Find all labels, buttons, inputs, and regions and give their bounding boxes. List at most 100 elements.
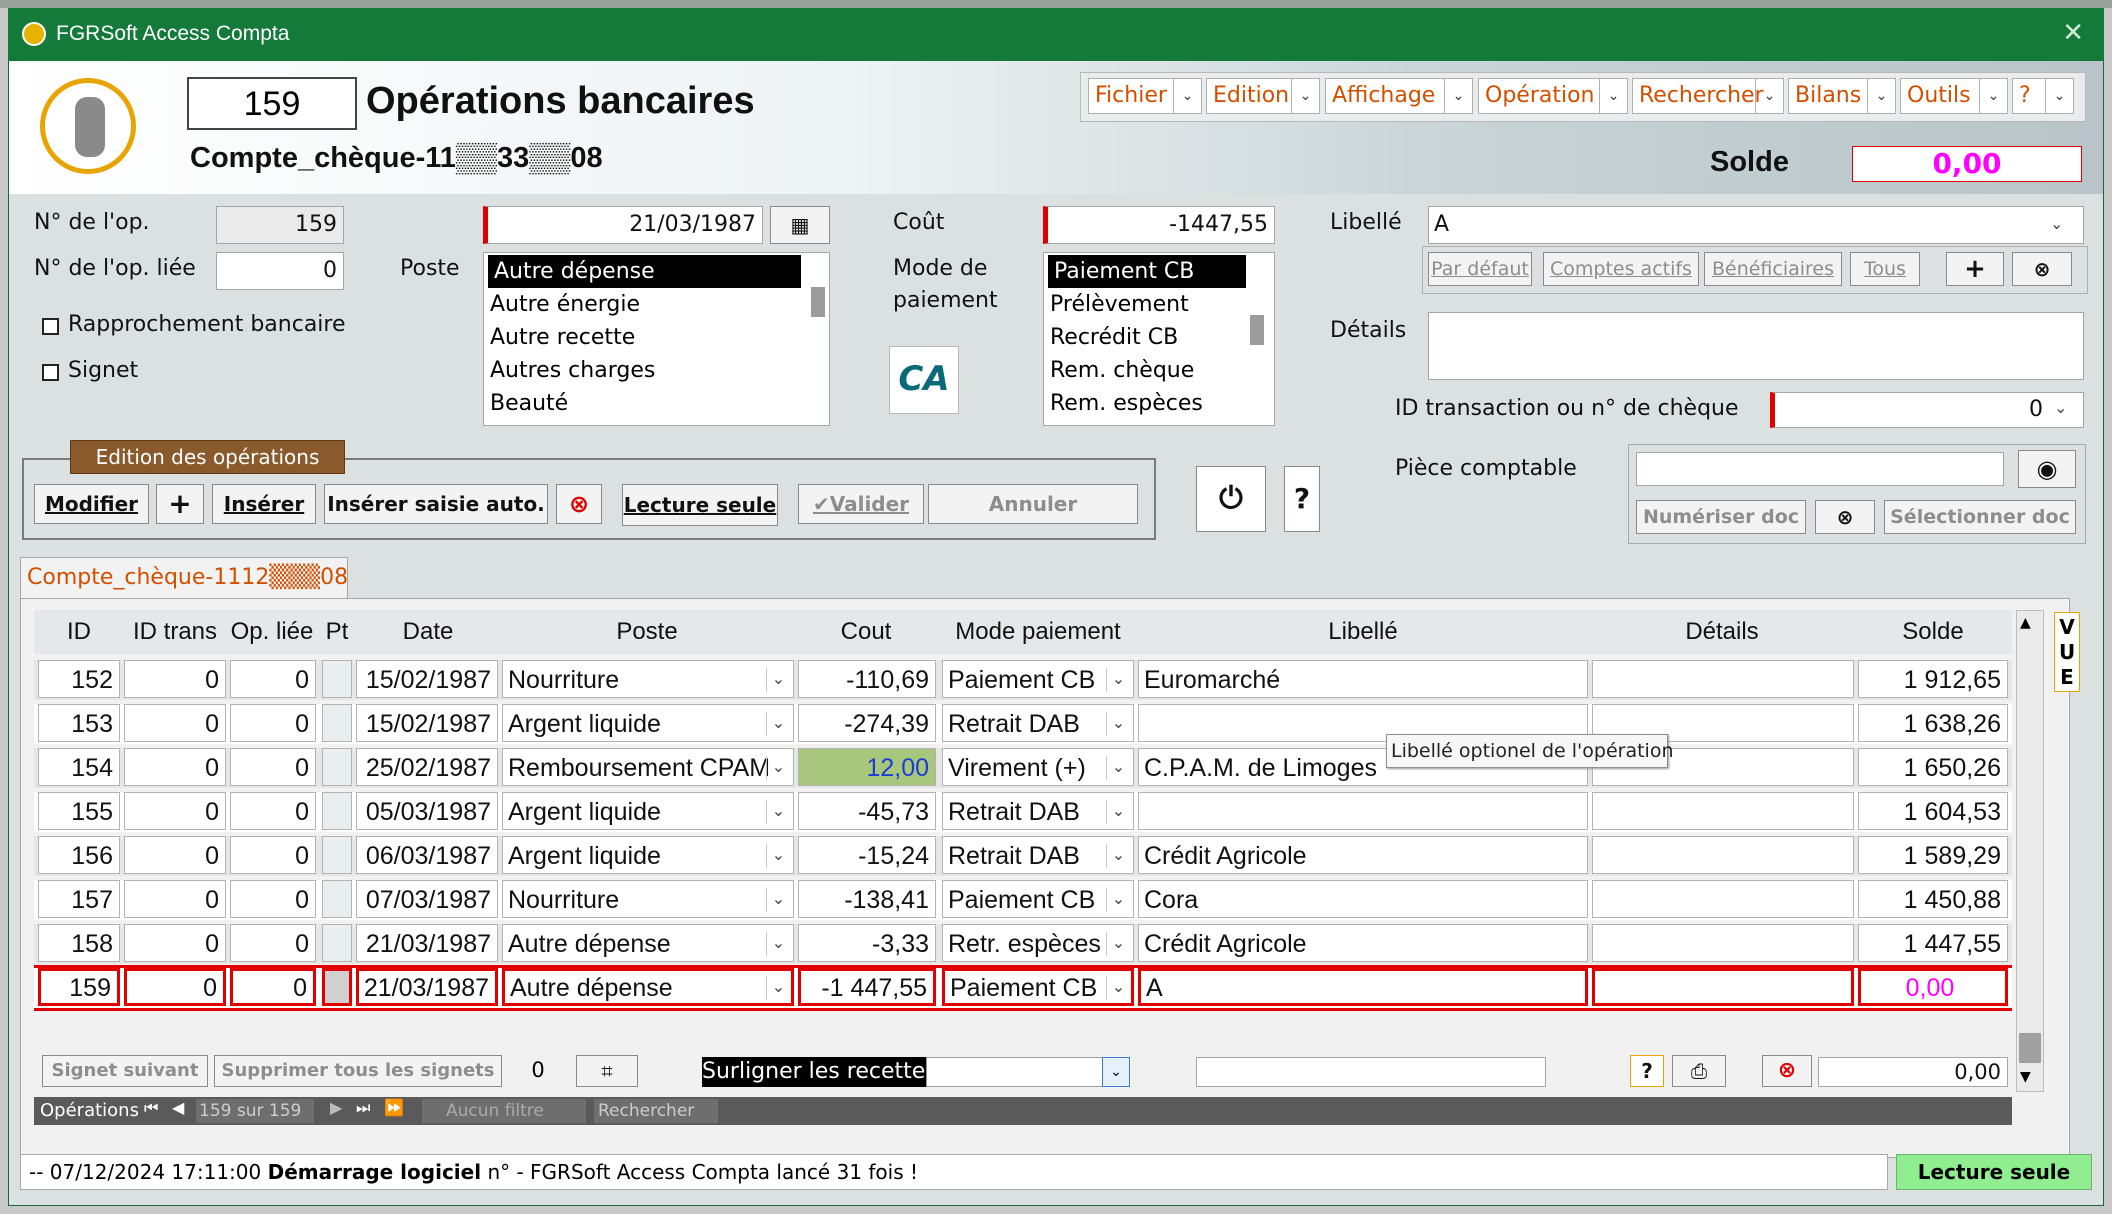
libelle-combo[interactable]: A (1428, 206, 2084, 244)
col-id[interactable]: ID (38, 614, 120, 650)
numeriser-button[interactable]: Numériser doc (1636, 500, 1806, 534)
poste-list[interactable]: Autre dépense Autre énergie Autre recett… (483, 252, 830, 426)
cell-libelle[interactable]: Cora (1138, 880, 1588, 918)
inserer-auto-button[interactable]: Insérer saisie auto. (324, 484, 548, 524)
comptes-actifs-button[interactable]: Comptes actifs (1543, 252, 1699, 286)
next-record-icon[interactable]: ▶ (330, 1098, 342, 1117)
chevron-down-icon[interactable]: ⌄ (2050, 214, 2063, 233)
col-solde[interactable]: Solde (1858, 614, 2008, 650)
cell-id[interactable]: 152 (38, 660, 120, 698)
cell-pt[interactable] (322, 704, 352, 742)
chevron-down-icon[interactable]: ⌄ (766, 756, 790, 780)
scroll-thumb[interactable] (2019, 1033, 2041, 1063)
cell-poste[interactable]: Nourriture (502, 660, 794, 698)
signet-suivant-button[interactable]: Signet suivant (42, 1055, 208, 1087)
cell-id-trans[interactable]: 0 (124, 836, 226, 874)
cell-details[interactable] (1592, 968, 1854, 1006)
chevron-down-icon[interactable]: ⌄ (1106, 888, 1130, 912)
col-date[interactable]: Date (356, 614, 500, 650)
cell-id[interactable]: 153 (38, 704, 120, 742)
scrollbar-thumb[interactable] (811, 287, 825, 317)
cell-pt[interactable] (322, 748, 352, 786)
mode-list[interactable]: Paiement CB Prélèvement Recrédit CB Rem.… (1043, 252, 1275, 426)
cell-id-trans[interactable]: 0 (124, 792, 226, 830)
cell-date[interactable]: 21/03/1987 (356, 968, 498, 1006)
clear-doc-icon[interactable]: ⊗ (1815, 500, 1875, 534)
cell-solde[interactable]: 1 650,26 (1858, 748, 2008, 786)
cell-pt[interactable] (322, 968, 352, 1006)
cell-poste[interactable]: Remboursement CPAM (502, 748, 794, 786)
chevron-down-icon[interactable]: ⌄ (766, 844, 790, 868)
cell-details[interactable] (1592, 660, 1854, 698)
mode-item[interactable]: Paiement CB (1048, 255, 1246, 288)
annuler-button[interactable]: Annuler (928, 484, 1138, 524)
filter-status[interactable]: Aucun filtre (422, 1099, 586, 1123)
cell-poste[interactable]: Nourriture (502, 880, 794, 918)
cell-id-trans[interactable]: 0 (124, 968, 226, 1006)
cell-cout[interactable]: -1 447,55 (798, 968, 936, 1006)
cell-cout[interactable]: -138,41 (798, 880, 936, 918)
menu-bilans[interactable]: Bilans ⌄ (1788, 78, 1896, 114)
surligner-select[interactable]: Surligner les recettes (702, 1057, 937, 1087)
cell-cout[interactable]: 12,00 (798, 748, 936, 786)
chevron-down-icon[interactable]: ⌄ (766, 800, 790, 824)
record-counter[interactable]: 159 sur 159 (196, 1099, 314, 1123)
cell-op-liee[interactable]: 0 (230, 792, 316, 830)
valider-button[interactable]: ✔Valider (798, 484, 924, 524)
supprimer-signets-button[interactable]: Supprimer tous les signets (214, 1055, 502, 1087)
menu-fichier[interactable]: Fichier ⌄ (1088, 78, 1202, 114)
cell-cout[interactable]: -274,39 (798, 704, 936, 742)
cell-libelle[interactable]: A (1138, 968, 1588, 1006)
piece-field[interactable] (1636, 452, 2004, 486)
chevron-down-icon[interactable]: ⌄ (766, 888, 790, 912)
poste-item[interactable]: Beauté (484, 387, 829, 420)
cell-libelle[interactable]: Euromarché (1138, 660, 1588, 698)
cell-id[interactable]: 159 (38, 968, 120, 1006)
col-op-liee[interactable]: Op. liée (228, 614, 316, 650)
cell-details[interactable] (1592, 924, 1854, 962)
vue-button[interactable]: VUE (2054, 612, 2080, 692)
col-libelle[interactable]: Libellé (1138, 614, 1588, 650)
par-defaut-button[interactable]: Par défaut (1428, 252, 1532, 286)
clear-icon[interactable]: ⊗ (2012, 252, 2072, 286)
cell-pt[interactable] (322, 660, 352, 698)
menu-edition[interactable]: Edition ⌄ (1206, 78, 1320, 114)
col-details[interactable]: Détails (1590, 614, 1854, 650)
cell-solde[interactable]: 1 604,53 (1858, 792, 2008, 830)
cell-poste[interactable]: Argent liquide (502, 792, 794, 830)
cell-id-trans[interactable]: 0 (124, 748, 226, 786)
nav-search[interactable]: Rechercher (594, 1099, 718, 1123)
print-icon[interactable]: ⎙ (1672, 1055, 1726, 1087)
scroll-down-icon[interactable]: ▼ (2020, 1069, 2031, 1085)
first-record-icon[interactable]: ⏮ (144, 1098, 158, 1118)
cell-libelle[interactable]: Crédit Agricole (1138, 924, 1588, 962)
date-field[interactable]: 21/03/1987 (483, 206, 763, 244)
poste-item[interactable]: Autre dépense (488, 255, 801, 288)
poste-item[interactable]: Autre énergie (484, 288, 829, 321)
cell-details[interactable] (1592, 792, 1854, 830)
cell-cout[interactable]: -15,24 (798, 836, 936, 874)
cell-op-liee[interactable]: 0 (230, 660, 316, 698)
chevron-down-icon[interactable]: ⌄ (766, 712, 790, 736)
cancel-red-icon[interactable]: ⊗ (556, 484, 602, 524)
calendar-icon[interactable]: ▦ (770, 206, 830, 244)
cell-date[interactable]: 21/03/1987 (356, 924, 498, 962)
cell-date[interactable]: 15/02/1987 (356, 660, 498, 698)
cell-date[interactable]: 05/03/1987 (356, 792, 498, 830)
cell-op-liee[interactable]: 0 (230, 836, 316, 874)
menu-operation[interactable]: Opération ⌄ (1478, 78, 1628, 114)
prev-record-icon[interactable]: ◀ (172, 1098, 184, 1117)
chevron-down-icon[interactable]: ⌄ (1106, 712, 1130, 736)
cancel-filter-icon[interactable]: ⊗ (1762, 1055, 1812, 1087)
mode-item[interactable]: Prélèvement (1044, 288, 1274, 321)
cell-date[interactable]: 06/03/1987 (356, 836, 498, 874)
id-trans-field[interactable]: 0 (1770, 392, 2084, 428)
chevron-down-icon[interactable]: ⌄ (1106, 668, 1130, 692)
col-poste[interactable]: Poste (500, 614, 794, 650)
cell-op-liee[interactable]: 0 (230, 924, 316, 962)
cell-op-liee[interactable]: 0 (230, 968, 316, 1006)
menu-help[interactable]: ? ⌄ (2012, 78, 2074, 114)
cell-id-trans[interactable]: 0 (124, 924, 226, 962)
chevron-down-icon[interactable]: ⌄ (1106, 800, 1130, 824)
inserer-button[interactable]: Insérer (212, 484, 316, 524)
